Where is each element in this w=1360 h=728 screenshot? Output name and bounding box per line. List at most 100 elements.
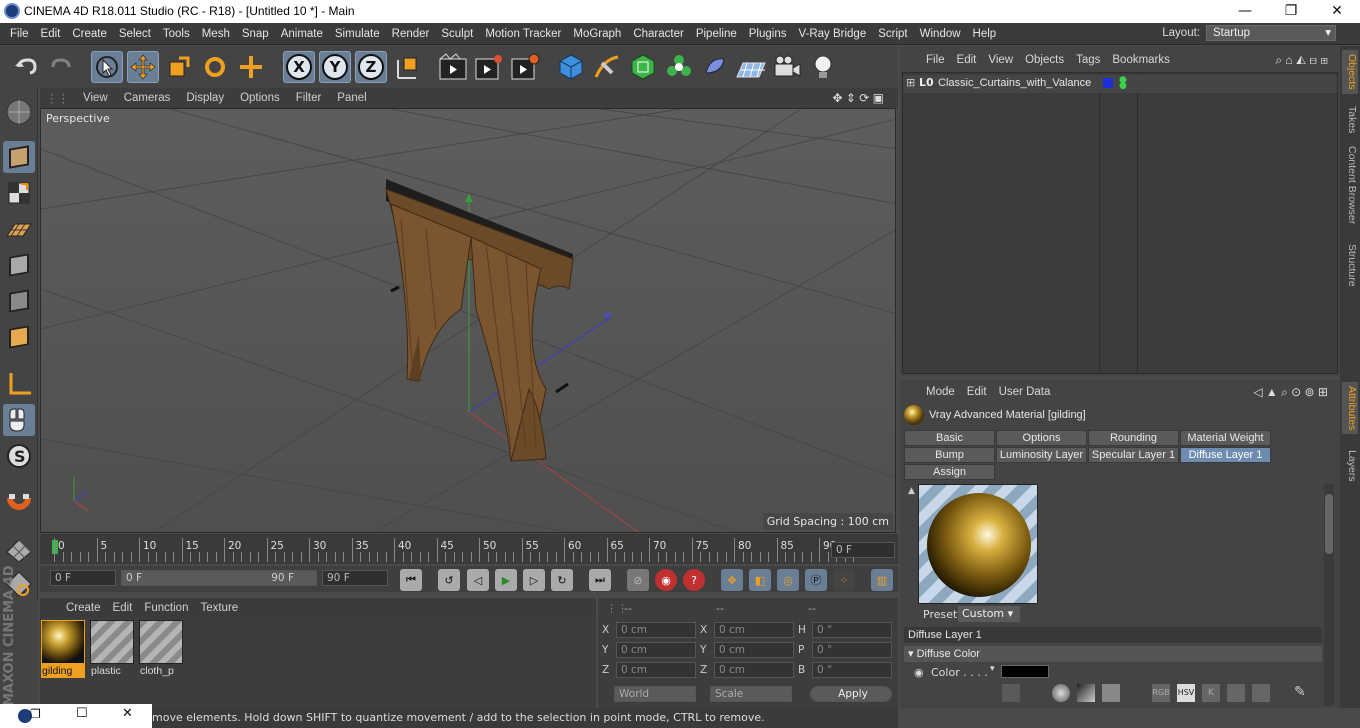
edges-mode-icon[interactable] — [3, 285, 35, 317]
texture-mode-icon[interactable] — [3, 177, 35, 209]
restore-window-button[interactable]: ❐ — [30, 707, 41, 721]
menu-create[interactable]: Create — [66, 28, 113, 40]
layer-color-swatch[interactable] — [1103, 78, 1113, 88]
eyedropper-mode-icon[interactable] — [1002, 684, 1020, 702]
live-selection-icon[interactable] — [91, 51, 123, 83]
swatches-icon[interactable] — [1252, 684, 1270, 702]
menu-help[interactable]: Help — [967, 28, 1003, 40]
material-cloth[interactable]: cloth_p — [139, 620, 183, 680]
key-parameter-icon[interactable]: Ⓟ — [805, 569, 827, 591]
close-window-button[interactable]: ✕ — [122, 706, 133, 721]
object-menu-file[interactable]: File — [920, 54, 951, 66]
key-rotation-icon[interactable]: ◎ — [777, 569, 799, 591]
apply-button[interactable]: Apply — [810, 686, 892, 702]
color-radio[interactable]: ◉ — [914, 666, 924, 679]
camera-icon[interactable] — [771, 51, 803, 83]
material-gilding[interactable]: gilding — [41, 620, 85, 680]
menu-script[interactable]: Script — [872, 28, 913, 40]
play-icon[interactable]: ▶ — [495, 569, 517, 591]
subdivision-surface-icon[interactable] — [627, 51, 659, 83]
tab-structure[interactable]: Structure — [1342, 244, 1358, 287]
visibility-dots-icon[interactable]: ● ● — [1119, 76, 1127, 91]
hsv-mode-icon[interactable]: HSV — [1177, 684, 1195, 702]
tab-material-weight[interactable]: Material Weight — [1180, 430, 1271, 446]
redo-icon[interactable] — [46, 51, 78, 83]
tab-objects[interactable]: Objects — [1342, 50, 1358, 94]
model-mode-icon[interactable] — [3, 141, 35, 173]
object-menu-view[interactable]: View — [982, 54, 1019, 66]
x-axis-lock-icon[interactable]: X — [283, 51, 315, 83]
coord-value-field[interactable]: 0 cm — [714, 662, 794, 678]
diffuse-color-group[interactable]: ▾ Diffuse Color — [904, 646, 1322, 662]
tab-basic[interactable]: Basic — [904, 430, 995, 446]
object-menu-edit[interactable]: Edit — [951, 54, 983, 66]
material-menu-edit[interactable]: Edit — [107, 602, 139, 614]
previous-key-icon[interactable]: ↺ — [438, 569, 460, 591]
menu-character[interactable]: Character — [627, 28, 690, 40]
coord-value-field[interactable]: 0 cm — [616, 642, 696, 658]
go-to-start-icon[interactable]: ⏮ — [400, 569, 422, 591]
viewport-menu-panel[interactable]: Panel — [329, 92, 374, 104]
rotate-tool-icon[interactable] — [199, 51, 231, 83]
object-manager-tools-icons[interactable]: ⌕ ⌂ ◭ ⊟ ⊞ — [1269, 53, 1334, 68]
menu-simulate[interactable]: Simulate — [329, 28, 386, 40]
viewport-nav-icons[interactable]: ✥ ⇕ ⟳ ▣ — [824, 91, 892, 105]
tab-specular-layer-1[interactable]: Specular Layer 1 — [1088, 447, 1179, 463]
workplane-lock-icon[interactable] — [3, 532, 35, 564]
z-axis-lock-icon[interactable]: Z — [355, 51, 387, 83]
viewport-menu-cameras[interactable]: Cameras — [116, 92, 179, 104]
light-icon[interactable] — [807, 51, 839, 83]
coord-value-field[interactable]: 0 ° — [812, 642, 892, 658]
tab-rounding[interactable]: Rounding — [1088, 430, 1179, 446]
menu-pipeline[interactable]: Pipeline — [690, 28, 743, 40]
preview-range-slider[interactable]: 0 F 90 F — [121, 570, 317, 586]
attribute-nav-icons[interactable]: ◁ ▲ ⌕ ⊙ ⊚ ⊞ — [1247, 385, 1334, 400]
menu-sculpt[interactable]: Sculpt — [435, 28, 479, 40]
tab-luminosity-layer[interactable]: Luminosity Layer — [996, 447, 1087, 463]
material-preview[interactable] — [918, 484, 1038, 604]
floor-icon[interactable] — [735, 51, 767, 83]
previous-frame-icon[interactable]: ◁ — [467, 569, 489, 591]
menu-mesh[interactable]: Mesh — [196, 28, 236, 40]
start-frame-field[interactable]: 0 F — [50, 570, 116, 586]
viewport-menu-view[interactable]: View — [75, 92, 116, 104]
viewport-menu-display[interactable]: Display — [178, 92, 232, 104]
points-mode-icon[interactable] — [3, 249, 35, 281]
tweak-mode-icon[interactable] — [3, 404, 35, 436]
scrollbar-thumb[interactable] — [1325, 494, 1333, 554]
tab-assign[interactable]: Assign — [904, 464, 995, 480]
menu-animate[interactable]: Animate — [275, 28, 329, 40]
expand-icon[interactable]: ⊞ — [906, 76, 915, 89]
material-menu-function[interactable]: Function — [138, 602, 194, 614]
perspective-viewport[interactable]: Perspective Grid Spacing : 100 cm — [40, 108, 896, 533]
pen-spline-icon[interactable] — [591, 51, 623, 83]
next-frame-icon[interactable]: ▷ — [523, 569, 545, 591]
object-menu-tags[interactable]: Tags — [1070, 54, 1106, 66]
maximize-window-button[interactable]: ☐ — [76, 706, 88, 721]
attribute-menu-edit[interactable]: Edit — [961, 386, 993, 398]
undo-icon[interactable] — [10, 51, 42, 83]
menu-file[interactable]: File — [4, 28, 35, 40]
autokey-icon[interactable]: ◉ — [655, 569, 677, 591]
menu-tools[interactable]: Tools — [157, 28, 196, 40]
axis-mode-icon[interactable] — [3, 368, 35, 400]
maximize-button[interactable]: ❐ — [1268, 0, 1314, 23]
mixer-icon[interactable] — [1227, 684, 1245, 702]
cloner-icon[interactable] — [663, 51, 695, 83]
menu-mograph[interactable]: MoGraph — [567, 28, 627, 40]
collapse-arrow-icon[interactable]: ▲ — [908, 486, 915, 496]
color-expand-icon[interactable]: ▾ — [990, 664, 995, 674]
picture-icon[interactable] — [1102, 684, 1120, 702]
minimize-button[interactable]: — — [1222, 0, 1268, 23]
object-row[interactable]: ⊞ L0 Classic_Curtains_with_Valance ● ● — [903, 75, 1337, 93]
render-settings-icon[interactable] — [509, 51, 541, 83]
tab-bump[interactable]: Bump — [904, 447, 995, 463]
key-scale-icon[interactable]: ◧ — [749, 569, 771, 591]
menu-edit[interactable]: Edit — [35, 28, 67, 40]
tab-takes[interactable]: Takes — [1342, 106, 1358, 133]
render-view-icon[interactable] — [437, 51, 469, 83]
tab-attributes[interactable]: Attributes — [1342, 382, 1358, 435]
tab-content-browser[interactable]: Content Browser — [1342, 146, 1358, 224]
timeline-ruler[interactable]: 0 5 10 15 20 25 30 35 40 45 50 55 60 65 70 75 80 85 90 0 F — [40, 534, 898, 564]
key-position-icon[interactable]: ✥ — [721, 569, 743, 591]
